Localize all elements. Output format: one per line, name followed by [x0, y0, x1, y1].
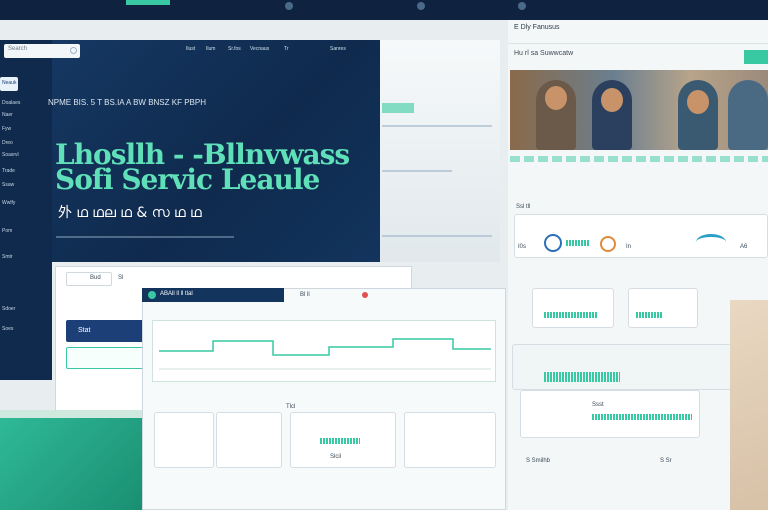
search-placeholder: Search — [8, 46, 28, 52]
hero-tagline: NPME BIS. 5 T BS.IA A BW BNSZ KF PBPH — [48, 98, 206, 107]
decorative-panel — [730, 300, 768, 510]
alert-icon[interactable] — [362, 292, 368, 298]
bar-sparkline — [566, 240, 590, 246]
team-photo — [510, 70, 768, 150]
summary-card[interactable] — [154, 412, 214, 468]
detail-bars — [592, 414, 692, 420]
avatar-icon[interactable] — [285, 2, 293, 10]
line-chart-panel — [152, 320, 496, 382]
dropdown-select[interactable] — [66, 272, 112, 286]
nav-item[interactable]: Sanres — [330, 46, 346, 52]
top-app-bar — [0, 0, 768, 20]
metric-card[interactable] — [532, 288, 614, 328]
trend-line — [159, 338, 491, 356]
nav-item[interactable]: Sr.fos — [228, 46, 241, 52]
settings-icon[interactable] — [518, 2, 526, 10]
decorative-teal-area — [0, 418, 142, 510]
tab-label[interactable]: Sl — [118, 275, 123, 281]
arc-gauge-icon — [696, 234, 726, 250]
preview-line — [382, 170, 452, 172]
sidebar-item[interactable]: Soasrvl — [2, 152, 19, 158]
sidebar-item[interactable]: Wwlfy — [2, 200, 15, 206]
right-header-title: E Dly Fanusus — [514, 24, 560, 31]
summary-card[interactable] — [216, 412, 282, 468]
section-label: Ssl tll — [516, 204, 531, 210]
preview-chip — [382, 103, 414, 113]
right-tabs[interactable]: Hu rl sa Suwwcatw — [514, 50, 573, 57]
summary-card[interactable] — [404, 412, 496, 468]
window-tab[interactable]: Bl ll — [300, 292, 310, 298]
hero-subtitle: 外 ഥ ഥല ഥ & സ ഥ ഥ — [58, 205, 202, 221]
sidebar-item[interactable]: Trade — [2, 168, 15, 174]
stat-value: A6 — [740, 244, 748, 250]
gauge-icon — [600, 236, 616, 252]
sidebar-item[interactable]: Smtr — [2, 254, 13, 260]
sidebar-item[interactable]: Soes — [2, 326, 13, 332]
person-face — [545, 86, 567, 110]
footer-label: S Smilhb — [526, 458, 551, 464]
footer-label: S Sr — [660, 458, 672, 464]
metric-bars — [544, 312, 598, 318]
sidebar-item[interactable]: Naer — [2, 112, 13, 118]
metric-card[interactable] — [628, 288, 698, 328]
hero-title-line2: Sofi Servic Leaule — [55, 163, 320, 196]
metric-bars — [636, 312, 662, 318]
app-logo-icon — [148, 291, 156, 299]
preview-line — [382, 125, 492, 127]
sidebar-item[interactable]: Neauk — [2, 80, 16, 86]
sidebar-item[interactable]: Dreo — [2, 140, 13, 146]
hero-text-line — [56, 236, 234, 238]
primary-button-label: Stat — [78, 327, 91, 334]
card-bars — [320, 438, 360, 444]
stat-value: I0s — [518, 244, 527, 250]
card-label: Ssst — [592, 402, 604, 408]
nav-item[interactable]: Tr — [284, 46, 289, 52]
nav-item[interactable]: Ilum — [206, 46, 215, 52]
right-action-button[interactable] — [744, 50, 768, 64]
nav-item[interactable]: Ilust — [186, 46, 195, 52]
stat-value: In — [626, 244, 632, 250]
person-face — [601, 88, 623, 112]
gauge-icon — [544, 234, 562, 252]
sidebar-item[interactable]: Pom — [2, 228, 12, 234]
section-heading: Tlcl — [286, 404, 296, 410]
nav-item[interactable]: Vecnaus — [250, 46, 269, 52]
notification-icon[interactable] — [417, 2, 425, 10]
person-figure — [728, 80, 768, 150]
active-tab-indicator — [126, 0, 170, 5]
content-preview-panel — [380, 40, 500, 262]
sidebar-item[interactable]: Ssaw — [2, 182, 14, 188]
sidebar-item[interactable]: Doalaes — [2, 100, 20, 106]
sidebar-item[interactable]: Sdoer — [2, 306, 15, 312]
secondary-button[interactable] — [66, 347, 148, 369]
trend-bars — [544, 372, 620, 382]
search-icon[interactable] — [70, 47, 77, 54]
line-chart — [159, 338, 491, 370]
preview-line — [382, 235, 492, 237]
sidebar-item[interactable]: Fyw — [2, 126, 11, 132]
search-input[interactable]: Search — [4, 44, 80, 58]
photo-progress-strip — [510, 156, 768, 162]
person-face — [687, 90, 709, 114]
dropdown-label: Bud — [90, 275, 101, 281]
window-title: ABAll ll ll tlal — [160, 291, 193, 297]
card-stat: Slcil — [330, 454, 342, 460]
